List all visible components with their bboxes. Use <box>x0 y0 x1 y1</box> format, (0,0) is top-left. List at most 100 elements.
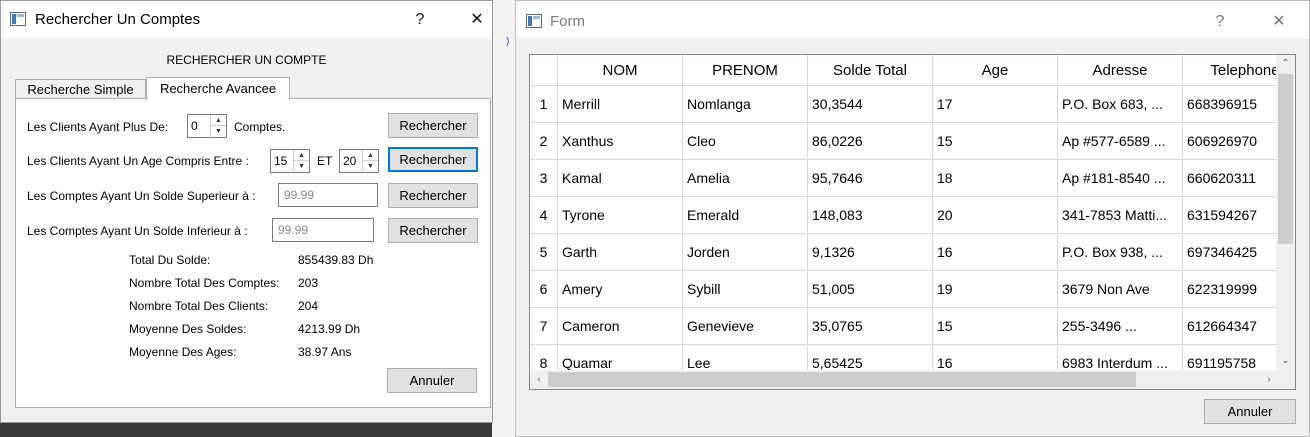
table-cell[interactable]: 341-7853 Matti... <box>1058 197 1183 234</box>
spin-up-icon[interactable]: ▲ <box>211 115 226 126</box>
stat-average-age-value: 38.97 Ans <box>298 345 352 359</box>
row-header[interactable]: 2 <box>530 123 558 160</box>
help-button[interactable]: ? <box>1202 9 1238 35</box>
row-header[interactable]: 5 <box>530 234 558 271</box>
search-age-range-button[interactable]: Rechercher <box>388 147 478 172</box>
table-cell[interactable]: P.O. Box 938, ... <box>1058 234 1183 271</box>
scroll-left-icon[interactable]: ‹ <box>530 370 548 389</box>
more-accounts-spinbox[interactable]: 0 ▲ ▼ <box>187 114 227 138</box>
advanced-search-panel: Les Clients Ayant Plus De: 0 ▲ ▼ Comptes.… <box>15 98 491 408</box>
cancel-button[interactable]: Annuler <box>387 368 477 393</box>
table-cell[interactable]: Cleo <box>683 123 808 160</box>
search-balance-above-button[interactable]: Rechercher <box>388 183 478 208</box>
table-cell[interactable]: 16 <box>933 234 1058 271</box>
balance-below-input[interactable] <box>272 218 374 242</box>
horizontal-scrollbar[interactable]: ‹ › <box>530 370 1278 389</box>
table-cell[interactable]: Kamal <box>558 160 683 197</box>
more-accounts-label: Les Clients Ayant Plus De: <box>27 120 169 134</box>
row-header[interactable]: 6 <box>530 271 558 308</box>
table-cell[interactable]: 19 <box>933 271 1058 308</box>
dialog-title: Rechercher Un Comptes <box>35 11 201 28</box>
stat-total-accounts-label: Nombre Total Des Comptes: <box>129 276 280 290</box>
scroll-corner <box>1276 370 1295 389</box>
table-cell[interactable]: Sybill <box>683 271 808 308</box>
accounts-suffix-label: Comptes. <box>234 120 286 134</box>
close-button[interactable]: ✕ <box>1261 9 1297 35</box>
spin-up-icon[interactable]: ▲ <box>294 150 309 161</box>
form-cancel-button[interactable]: Annuler <box>1204 399 1296 424</box>
balance-above-input[interactable] <box>278 183 378 207</box>
search-balance-below-button[interactable]: Rechercher <box>388 218 478 243</box>
table-cell[interactable]: Cameron <box>558 308 683 345</box>
age-range-label: Les Clients Ayant Un Age Compris Entre : <box>27 154 249 168</box>
table-cell[interactable]: 9,1326 <box>808 234 933 271</box>
horizontal-scroll-thumb[interactable] <box>548 372 1136 387</box>
table-corner-button[interactable] <box>530 55 558 86</box>
dialog-titlebar: Rechercher Un Comptes ? ✕ <box>1 1 492 39</box>
vertical-scroll-thumb[interactable] <box>1278 74 1293 244</box>
dialog-heading: RECHERCHER UN COMPTE <box>166 53 327 67</box>
vertical-scrollbar[interactable]: ⌃ ⌄ <box>1276 55 1295 370</box>
search-account-dialog: Rechercher Un Comptes ? ✕ RECHERCHER UN … <box>0 0 493 423</box>
table-cell[interactable]: 17 <box>933 86 1058 123</box>
spin-down-icon[interactable]: ▼ <box>294 161 309 172</box>
table-cell[interactable]: Tyrone <box>558 197 683 234</box>
tab-advanced-search[interactable]: Recherche Avancee <box>146 77 290 100</box>
table-cell[interactable]: 35,0765 <box>808 308 933 345</box>
spin-up-icon[interactable]: ▲ <box>363 150 378 161</box>
form-titlebar: Form ? ✕ <box>516 1 1309 39</box>
table-cell[interactable]: Nomlanga <box>683 86 808 123</box>
column-header[interactable]: Adresse <box>1058 55 1183 86</box>
age-max-spinbox[interactable]: 20 ▲ ▼ <box>339 149 379 173</box>
table-cell[interactable]: 255-3496 ... <box>1058 308 1183 345</box>
table-cell[interactable]: 148,083 <box>808 197 933 234</box>
balance-above-label: Les Comptes Ayant Un Solde Superieur à : <box>27 189 256 203</box>
spinbox-value: 20 <box>343 154 357 168</box>
column-header[interactable]: Age <box>933 55 1058 86</box>
table-cell[interactable]: Garth <box>558 234 683 271</box>
table-cell[interactable]: 30,3544 <box>808 86 933 123</box>
table-cell[interactable]: Emerald <box>683 197 808 234</box>
table-cell[interactable]: 15 <box>933 123 1058 160</box>
table-cell[interactable]: 3679 Non Ave <box>1058 271 1183 308</box>
table-cell[interactable]: Merrill <box>558 86 683 123</box>
stat-total-balance-value: 855439.83 Dh <box>298 253 374 267</box>
window-icon <box>10 12 26 26</box>
table-cell[interactable]: Genevieve <box>683 308 808 345</box>
table-cell[interactable]: 95,7646 <box>808 160 933 197</box>
row-header[interactable]: 4 <box>530 197 558 234</box>
stat-average-balance-value: 4213.99 Dh <box>298 322 361 336</box>
spin-down-icon[interactable]: ▼ <box>363 161 378 172</box>
close-button[interactable]: ✕ <box>459 7 495 33</box>
table-cell[interactable]: 51,005 <box>808 271 933 308</box>
row-header[interactable]: 7 <box>530 308 558 345</box>
spinbox-value: 0 <box>191 119 198 133</box>
table-cell[interactable]: Jorden <box>683 234 808 271</box>
table-cell[interactable]: 20 <box>933 197 1058 234</box>
table-cell[interactable]: Xanthus <box>558 123 683 160</box>
table-cell[interactable]: Amery <box>558 271 683 308</box>
table-cell[interactable]: P.O. Box 683, ... <box>1058 86 1183 123</box>
accounts-table[interactable]: NOM PRENOM Solde Total Age Adresse Telephone … <box>529 54 1296 390</box>
table-cell[interactable]: 18 <box>933 160 1058 197</box>
form-title: Form <box>550 13 585 30</box>
column-header[interactable]: Solde Total <box>808 55 933 86</box>
column-header[interactable]: PRENOM <box>683 55 808 86</box>
tab-simple-search[interactable]: Recherche Simple <box>15 79 146 99</box>
row-header[interactable]: 1 <box>530 86 558 123</box>
spin-down-icon[interactable]: ▼ <box>211 126 226 137</box>
background-glyph: ) <box>506 36 510 47</box>
scroll-up-icon[interactable]: ⌃ <box>1276 55 1295 73</box>
search-more-accounts-button[interactable]: Rechercher <box>388 113 478 138</box>
help-button[interactable]: ? <box>402 7 438 33</box>
age-min-spinbox[interactable]: 15 ▲ ▼ <box>270 149 310 173</box>
table-cell[interactable]: Amelia <box>683 160 808 197</box>
column-header[interactable]: NOM <box>558 55 683 86</box>
row-header[interactable]: 3 <box>530 160 558 197</box>
table-cell[interactable]: Ap #181-8540 ... <box>1058 160 1183 197</box>
table-cell[interactable]: 15 <box>933 308 1058 345</box>
table-cell[interactable]: 86,0226 <box>808 123 933 160</box>
stat-total-clients-label: Nombre Total Des Clients: <box>129 299 269 313</box>
table-cell[interactable]: Ap #577-6589 ... <box>1058 123 1183 160</box>
scroll-down-icon[interactable]: ⌄ <box>1276 352 1295 370</box>
